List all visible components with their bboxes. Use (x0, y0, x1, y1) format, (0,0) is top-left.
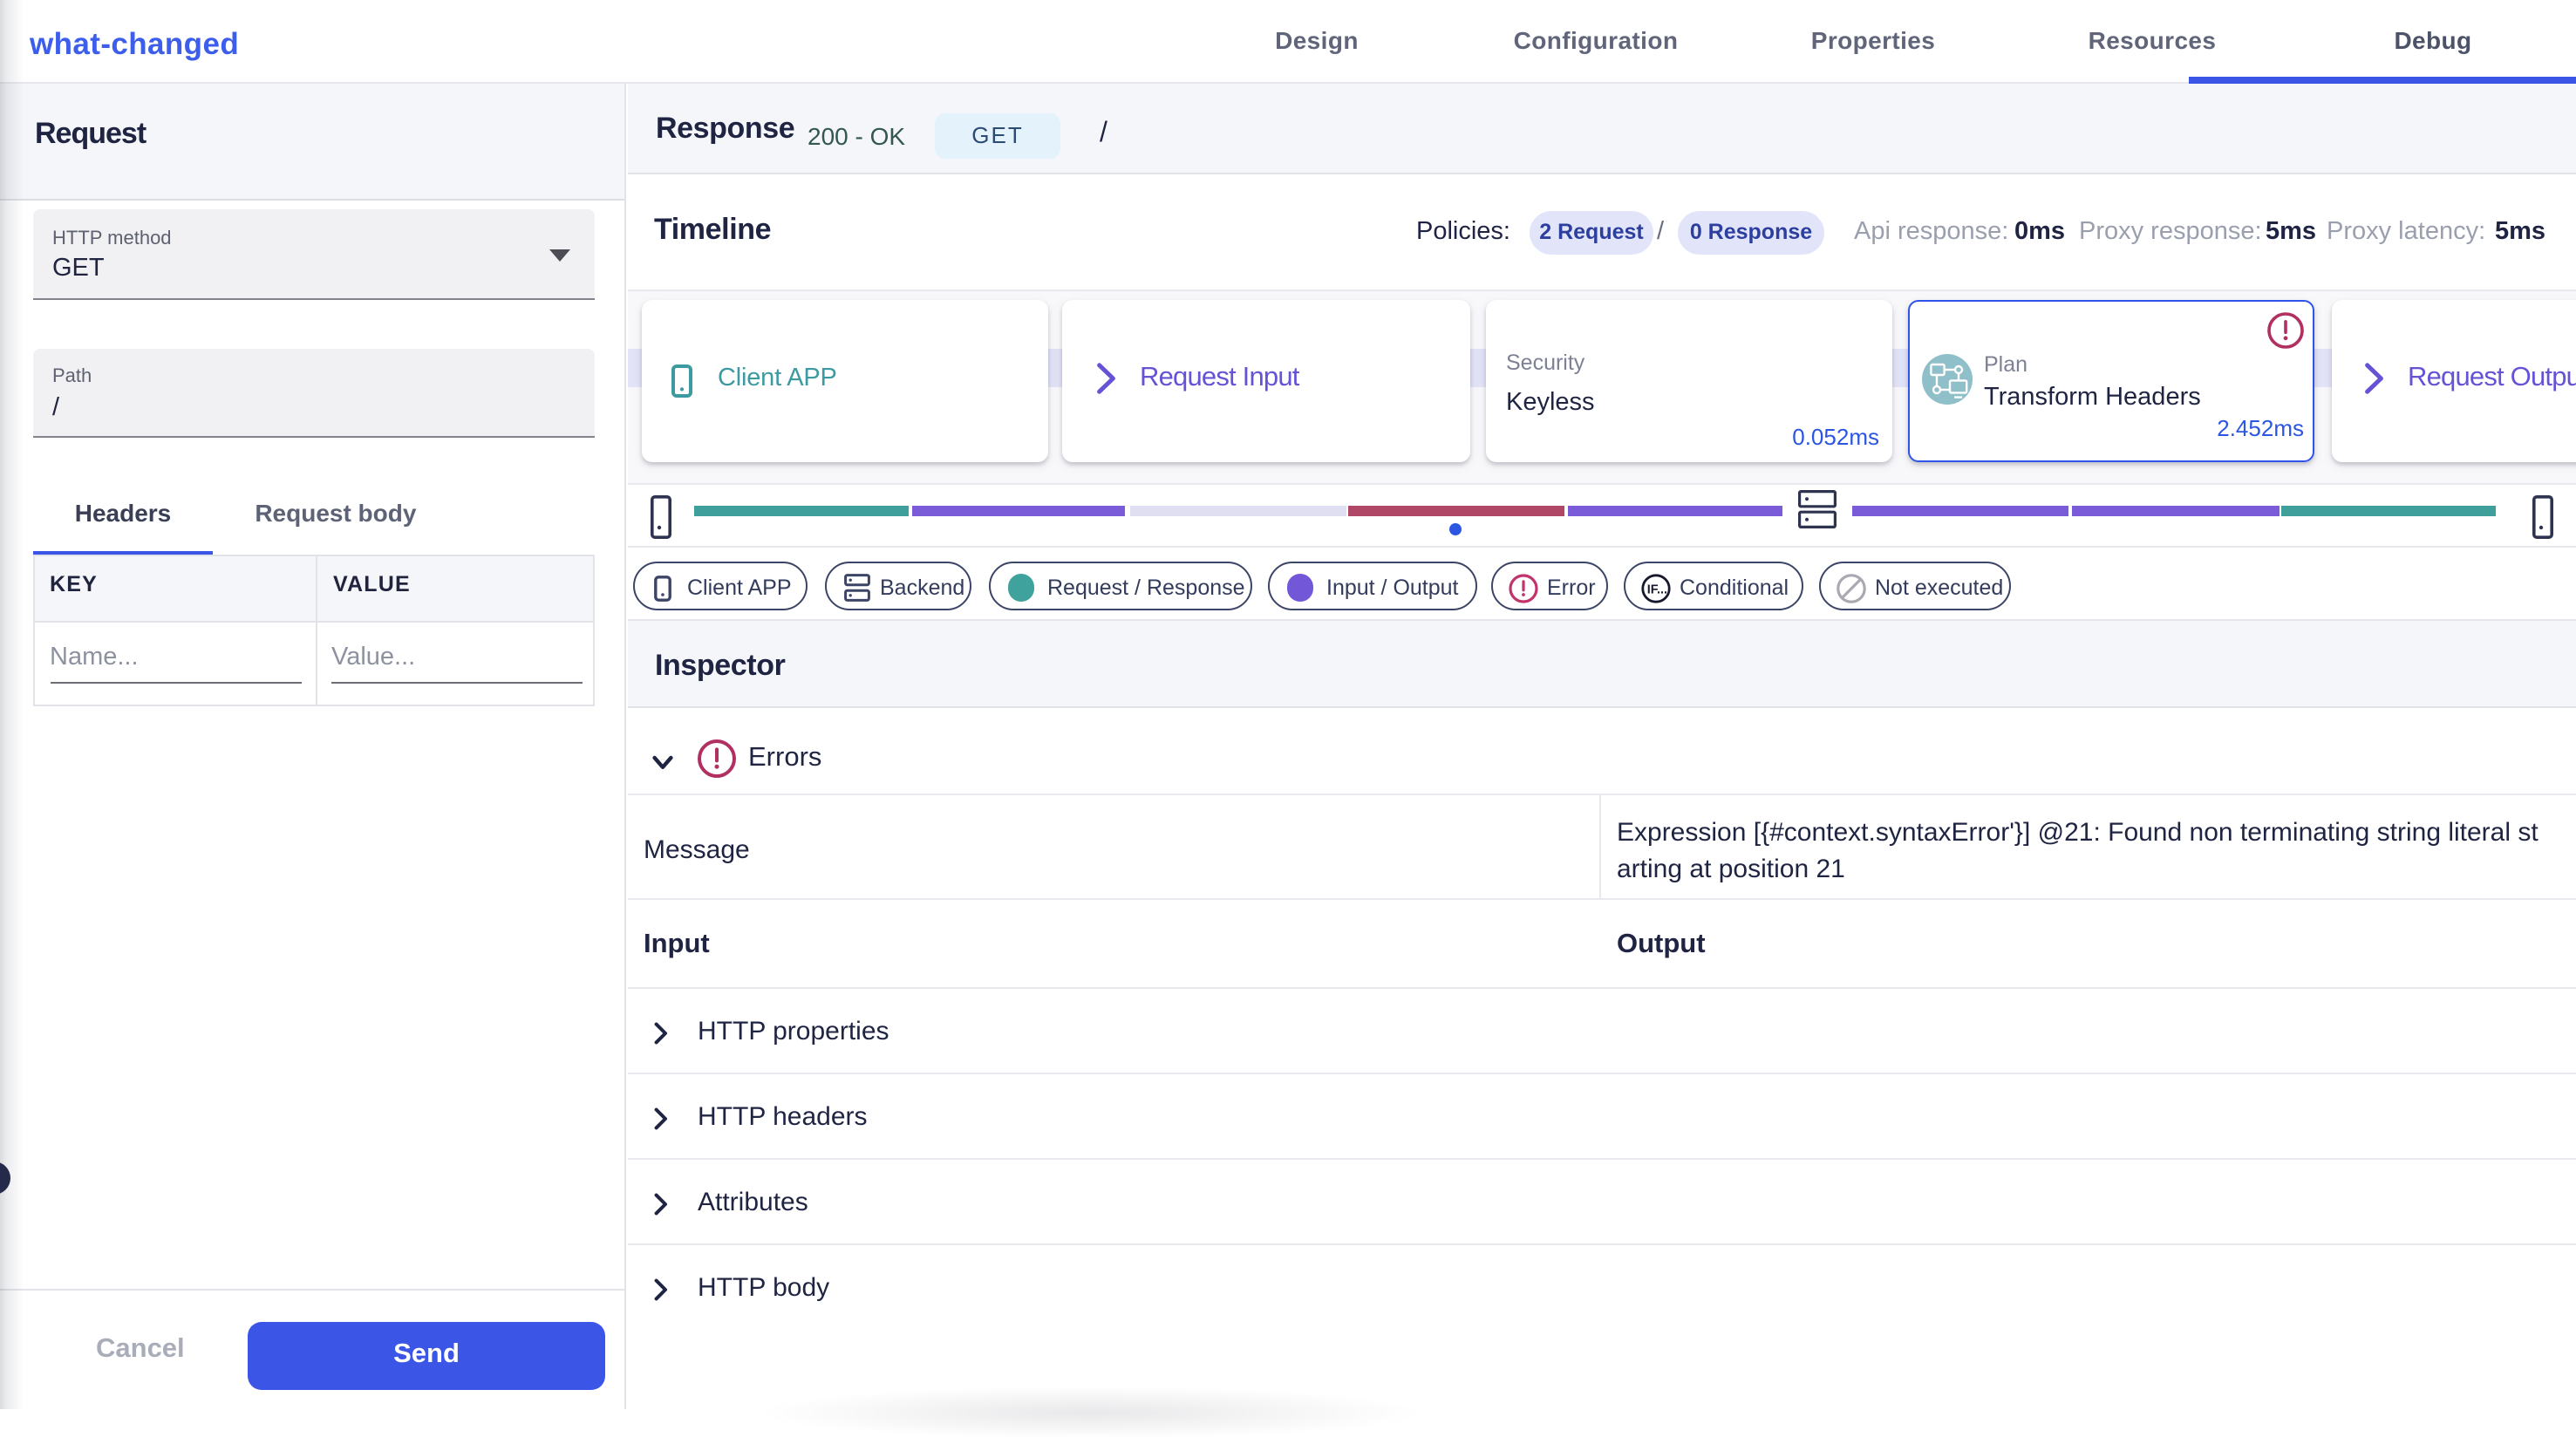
svg-text:IF...: IF... (1647, 582, 1667, 596)
